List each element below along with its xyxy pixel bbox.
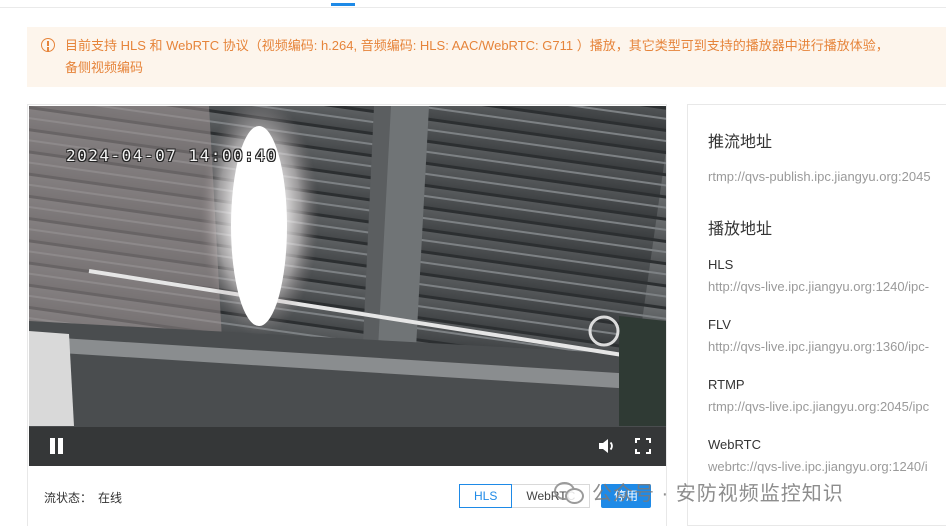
stream-status-label: 流状态： (44, 491, 93, 505)
info-circle-icon (41, 38, 55, 52)
watermark: 公众号 · 安防视频监控知识 (554, 476, 844, 506)
active-tab-indicator (331, 3, 355, 6)
play-address-title: 播放地址 (708, 221, 773, 238)
stream-status-value: 在线 (98, 491, 123, 505)
notice-text-line1: 目前支持 HLS 和 WebRTC 协议（视频编码: h.264, 音频编码: … (65, 38, 889, 53)
video-player[interactable]: 2024-04-07 14:00:40 (29, 106, 666, 466)
publish-url[interactable]: rtmp://qvs-publish.ipc.jiangyu.org:2045 (708, 169, 931, 184)
top-tab-strip (0, 0, 946, 8)
rtmp-url[interactable]: rtmp://qvs-live.ipc.jiangyu.org:2045/ipc (708, 399, 929, 414)
notice-banner: 目前支持 HLS 和 WebRTC 协议（视频编码: h.264, 音频编码: … (27, 27, 946, 87)
flv-label: FLV (708, 317, 731, 332)
player-card: 2024-04-07 14:00:40 流状态： 在线 HLS WebRTC 停用 (27, 104, 667, 526)
hls-label: HLS (708, 257, 734, 272)
volume-icon[interactable] (596, 435, 618, 457)
wechat-icon (554, 480, 584, 504)
watermark-text: 公众号 · 安防视频监控知识 (592, 482, 844, 505)
notice-text-line2: 备侧视频编码 (65, 60, 144, 75)
publish-address-title: 推流地址 (708, 134, 773, 151)
protocol-hls-button[interactable]: HLS (459, 484, 513, 508)
fullscreen-icon[interactable] (632, 435, 654, 457)
rtmp-label: RTMP (708, 377, 745, 392)
video-controls (29, 427, 666, 466)
pause-icon[interactable] (46, 435, 68, 457)
hls-url[interactable]: http://qvs-live.ipc.jiangyu.org:1240/ipc… (708, 279, 929, 294)
osd-timestamp: 2024-04-07 14:00:40 (66, 146, 278, 165)
webrtc-url[interactable]: webrtc://qvs-live.ipc.jiangyu.org:1240/i (708, 459, 928, 474)
address-card: 推流地址 rtmp://qvs-publish.ipc.jiangyu.org:… (687, 104, 946, 526)
flv-url[interactable]: http://qvs-live.ipc.jiangyu.org:1360/ipc… (708, 339, 929, 354)
stream-status: 流状态： 在线 (44, 489, 122, 506)
webrtc-label: WebRTC (708, 437, 761, 452)
